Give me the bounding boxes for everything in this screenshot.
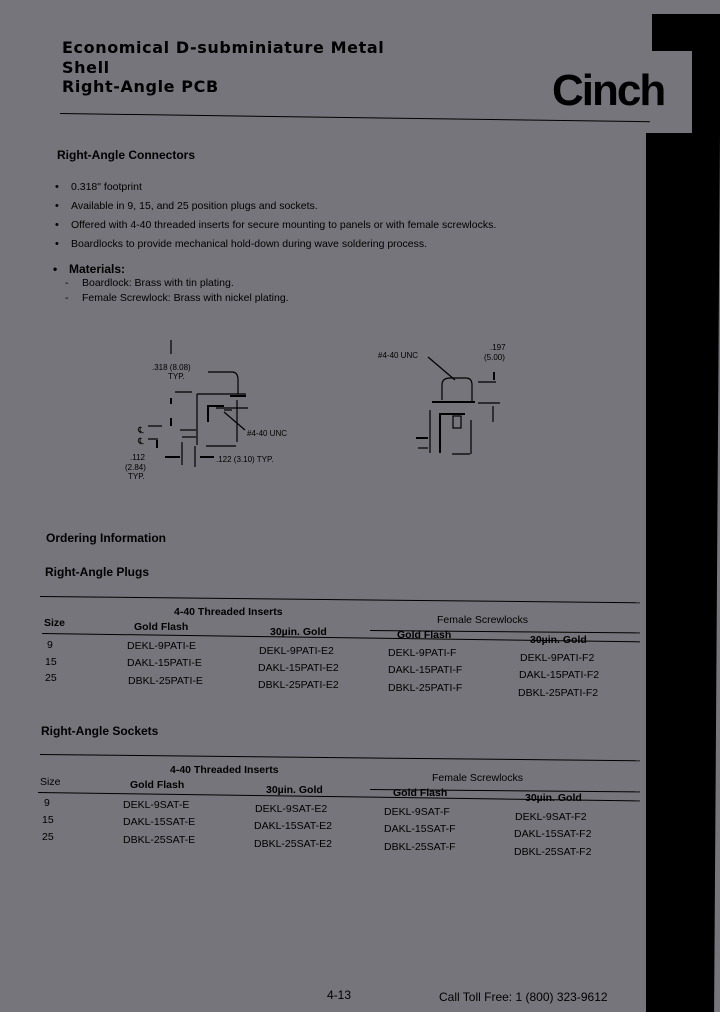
feature-item: Available in 9, 15, and 25 position plug…: [55, 199, 496, 218]
part-number: DAKL-15PATI-F: [388, 664, 463, 676]
size-cell: 15: [45, 656, 57, 668]
part-number: DEKL-9PATI-E2: [259, 645, 334, 657]
col-header-size: Size: [44, 617, 66, 629]
sockets-heading: Right-Angle Sockets: [41, 724, 159, 738]
dimension-label: .197: [490, 343, 506, 352]
dimension-label: .318 (8.08): [152, 363, 191, 372]
col-header-size: Size: [40, 776, 61, 788]
part-number: DEKL-9SAT-F: [384, 806, 450, 818]
size-cell: 9: [47, 639, 53, 651]
toll-free-number: Call Toll Free: 1 (800) 323-9612: [439, 990, 608, 1004]
dimension-label: #4-40 UNC: [247, 429, 287, 438]
col-header-30u-gold: 30µin. Gold: [266, 784, 323, 796]
dimension-label: TYP.: [168, 372, 185, 381]
materials-heading: Materials:: [53, 262, 289, 276]
part-number: DEKL-9SAT-F2: [515, 811, 587, 823]
front-view-drawing: #4-40 UNC .197 (5.00): [378, 343, 506, 455]
dimension-label: .122 (3.10) TYP.: [216, 455, 274, 464]
feature-item: 0.318" footprint: [55, 180, 496, 199]
part-number: DBKL-25PATI-F: [388, 682, 463, 694]
side-view-drawing: .318 (8.08) TYP. #4-40 UNC .112 (2.84) T…: [125, 340, 287, 481]
part-number: DBKL-25PATI-E: [128, 675, 203, 687]
title-line: Right-Angle PCB: [62, 77, 219, 96]
part-number: DBKL-25PATI-E2: [258, 679, 339, 691]
part-number: DEKL-9PATI-F: [388, 647, 457, 659]
group-header-screwlocks: Female Screwlocks: [437, 614, 529, 626]
size-cell: 25: [45, 672, 57, 684]
part-number: DAKL-15PATI-E2: [258, 662, 339, 674]
part-number: DEKL-9PATI-E: [127, 640, 197, 652]
ordering-heading-text: Ordering Information: [46, 531, 166, 545]
col-header-gold-flash: Gold Flash: [130, 779, 185, 791]
part-number: DBKL-25SAT-E: [123, 834, 196, 846]
material-item: Boardlock: Brass with tin plating.: [53, 276, 289, 291]
part-number: DEKL-9SAT-E2: [255, 803, 328, 815]
part-number: DBKL-25SAT-F: [384, 841, 456, 853]
materials-list: Materials: Boardlock: Brass with tin pla…: [53, 262, 289, 306]
part-number: DBKL-25SAT-F2: [514, 846, 592, 858]
part-number: DEKL-9SAT-E: [123, 799, 190, 811]
dimension-label: (2.84): [125, 463, 146, 472]
section-tab-bar: [652, 14, 720, 51]
part-number: DAKL-15SAT-E2: [254, 820, 333, 832]
part-number: DAKL-15SAT-F: [384, 823, 456, 835]
col-header-gold-flash: Gold Flash: [134, 621, 189, 633]
centerline-label: ℄: [137, 425, 144, 435]
title-line: Economical D-subminiature Metal: [62, 38, 385, 57]
part-number: DAKL-15SAT-E: [123, 816, 196, 828]
dimension-label: (5.00): [484, 353, 505, 362]
table-rule: [39, 754, 640, 762]
size-cell: 15: [42, 814, 54, 826]
dimension-label: #4-40 UNC: [378, 351, 418, 360]
group-header-threaded: 4-40 Threaded Inserts: [174, 606, 283, 618]
group-header-screwlocks: Female Screwlocks: [432, 772, 524, 784]
ordering-heading: Ordering Information: [46, 531, 166, 545]
table-rule: [39, 596, 640, 604]
feature-list: 0.318" footprint Available in 9, 15, and…: [55, 180, 496, 256]
material-item: Female Screwlock: Brass with nickel plat…: [53, 291, 289, 306]
centerline-label: ℄: [137, 436, 144, 446]
part-number: DBKL-25SAT-E2: [254, 838, 333, 850]
part-number: DBKL-25PATI-F2: [518, 687, 599, 699]
page-number: 4-13: [327, 988, 352, 1002]
section-heading: Right-Angle Connectors: [57, 148, 195, 162]
dimension-label: TYP.: [128, 472, 145, 481]
section-tab-bar: [646, 133, 720, 1012]
part-number: DAKL-15PATI-E: [127, 657, 202, 669]
section-tab-bar: [692, 50, 720, 136]
brand-logo: Cinch: [552, 66, 666, 115]
part-number: DAKL-15SAT-F2: [514, 828, 592, 840]
dimension-label: .112: [130, 453, 146, 462]
size-cell: 9: [44, 797, 50, 809]
title-line: Shell: [62, 57, 110, 77]
size-cell: 25: [42, 831, 54, 843]
feature-item: Boardlocks to provide mechanical hold-do…: [55, 237, 496, 256]
part-number: DEKL-9PATI-F2: [520, 652, 595, 664]
plugs-heading: Right-Angle Plugs: [45, 565, 149, 579]
part-number: DAKL-15PATI-F2: [519, 669, 600, 681]
document-title: Economical D-subminiature Metal Shell Ri…: [62, 38, 384, 97]
group-header-threaded: 4-40 Threaded Inserts: [170, 764, 279, 776]
feature-item: Offered with 4-40 threaded inserts for s…: [55, 218, 496, 237]
